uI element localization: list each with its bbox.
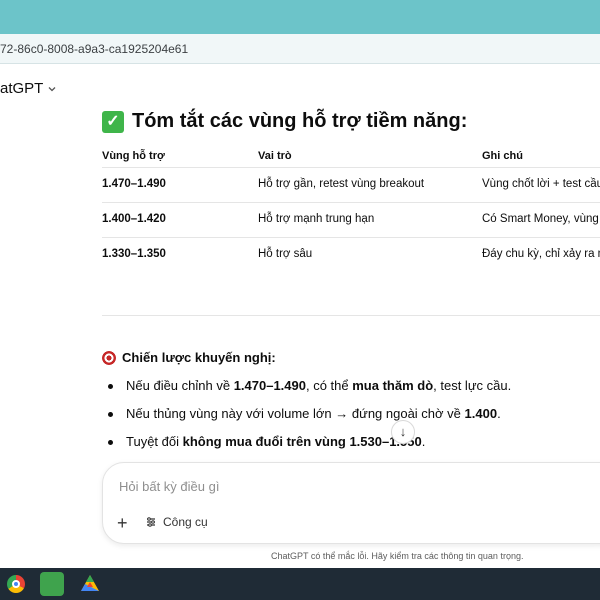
chevron-down-icon [48, 86, 56, 91]
taskbar [0, 568, 600, 600]
table-cell: Có Smart Money, vùng t [482, 213, 600, 225]
scroll-to-bottom-button[interactable]: ↓ [391, 420, 415, 444]
strategy-list: Nếu điều chỉnh về 1.470–1.490, có thể mu… [108, 376, 511, 460]
chrome-icon[interactable] [4, 572, 28, 596]
bullet-text: . [421, 434, 426, 449]
drive-icon[interactable] [78, 572, 102, 596]
bullet-text: , test lực cầu. [433, 378, 512, 393]
table-header: Ghi chú [482, 150, 523, 162]
table-cell: Hỗ trợ mạnh trung hạn [258, 213, 375, 225]
strategy-title: Chiến lược khuyến nghị: [102, 350, 276, 365]
section-heading: ✓ Tóm tắt các vùng hỗ trợ tiềm năng: [102, 110, 467, 133]
list-item: Tuyệt đối không mua đuổi trên vùng 1.530… [108, 432, 511, 460]
table-row: 1.470–1.490 Hỗ trợ gần, retest vùng brea… [102, 168, 600, 203]
bullet-text: Nếu thủng vùng này với volume lớn → đứng… [126, 406, 465, 421]
table-header: Vùng hỗ trợ [102, 150, 165, 162]
table-header-row: Vùng hỗ trợ Vai trò Ghi chú [102, 146, 600, 168]
table-row: 1.330–1.350 Hỗ trợ sâu Đáy chu kỳ, chỉ x… [102, 238, 600, 273]
bullet-text: Nếu điều chỉnh về [126, 378, 234, 393]
plus-icon[interactable]: + [117, 513, 128, 534]
tools-icon [147, 517, 155, 527]
tools-button[interactable]: Công cụ [145, 515, 208, 529]
check-icon: ✓ [102, 110, 124, 133]
browser-tabstrip [0, 0, 600, 34]
table-cell: Vùng chốt lời + test cầu [482, 178, 600, 190]
bullet-bold: 1.470–1.490 [233, 378, 306, 393]
url-text[interactable]: 72-86c0-8008-a9a3-ca1925204e61 [0, 42, 188, 56]
app-header: atGPT [0, 66, 600, 110]
bullet-text: . [497, 406, 501, 421]
divider [102, 315, 600, 316]
list-item: Nếu thủng vùng này với volume lớn → đứng… [108, 404, 511, 432]
bullet-text: Tuyệt đối [126, 434, 183, 449]
heading-text: Tóm tắt các vùng hỗ trợ tiềm năng: [132, 110, 468, 132]
table-cell: Hỗ trợ sâu [258, 248, 313, 260]
table-row: 1.400–1.420 Hỗ trợ mạnh trung hạn Có Sma… [102, 203, 600, 238]
table-cell: 1.470–1.490 [102, 178, 166, 190]
model-selector[interactable]: atGPT [0, 80, 57, 97]
table-cell: Hỗ trợ gần, retest vùng breakout [258, 178, 425, 190]
bullet-bold: không mua đuổi trên vùng 1.530–1.550 [182, 434, 422, 449]
support-table: Vùng hỗ trợ Vai trò Ghi chú 1.470–1.490 … [102, 146, 600, 273]
table-cell: 1.330–1.350 [102, 248, 166, 260]
table-cell: 1.400–1.420 [102, 213, 166, 225]
target-icon [102, 350, 116, 365]
address-bar[interactable]: 72-86c0-8008-a9a3-ca1925204e61 [0, 34, 600, 64]
bullet-bold: mua thăm dò [352, 378, 434, 393]
message-composer[interactable]: Hỏi bất kỳ điều gì + Công cụ [102, 462, 600, 544]
table-header: Vai trò [258, 150, 292, 162]
chat-content: ✓ Tóm tắt các vùng hỗ trợ tiềm năng: Vùn… [0, 110, 600, 460]
prompt-input[interactable]: Hỏi bất kỳ điều gì [119, 479, 219, 494]
bullet-bold: 1.400 [464, 406, 498, 421]
disclaimer-text: ChatGPT có thể mắc lỗi. Hãy kiểm tra các… [271, 551, 524, 561]
app-name: atGPT [0, 80, 44, 97]
arrow-down-icon: ↓ [399, 424, 407, 439]
table-cell: Đáy chu kỳ, chỉ xảy ra nế [482, 248, 600, 260]
bullet-text: , có thể [305, 378, 353, 393]
tools-label: Công cụ [163, 515, 208, 529]
list-item: Nếu điều chỉnh về 1.470–1.490, có thể mu… [108, 376, 511, 404]
app-icon[interactable] [40, 572, 64, 596]
strategy-title-text: Chiến lược khuyến nghị: [122, 350, 276, 365]
